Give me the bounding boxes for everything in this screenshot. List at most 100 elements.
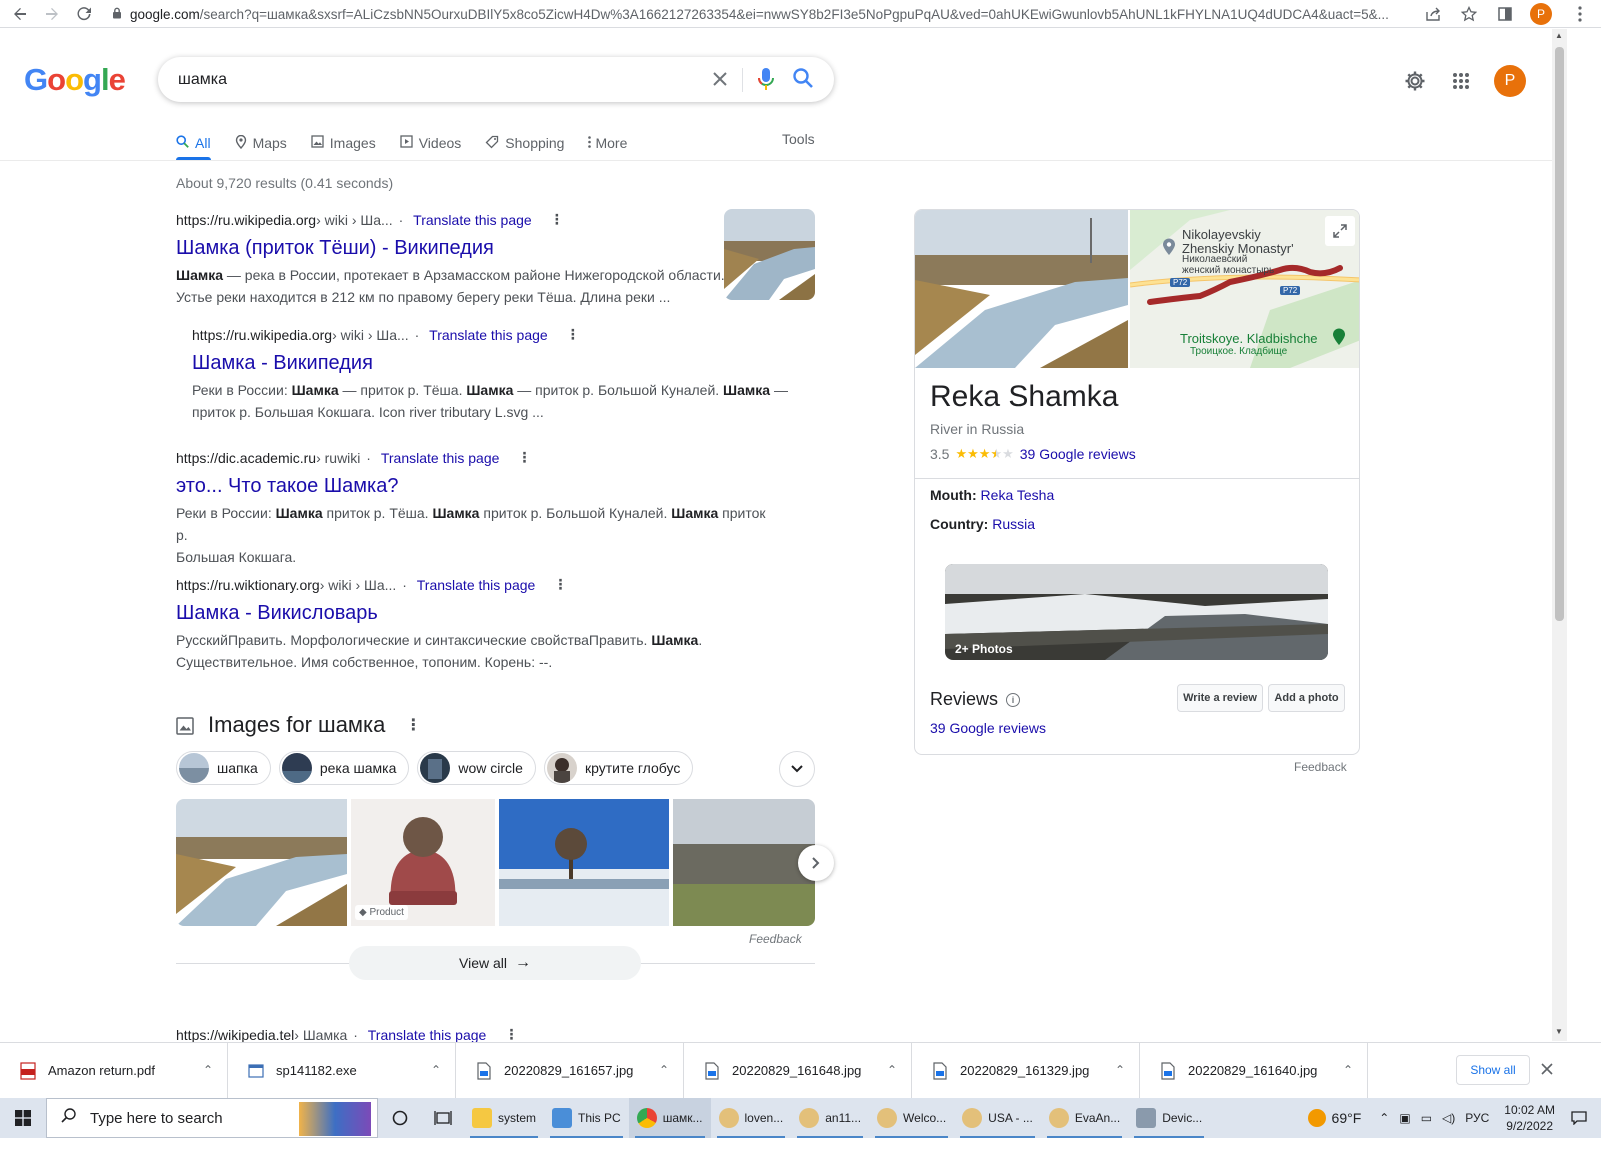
- result-menu-button[interactable]: ⋮: [504, 1026, 518, 1043]
- kp-map[interactable]: Nikolayevskiy Zhenskiy Monastyr' Николае…: [1130, 210, 1359, 368]
- scroll-up-arrow[interactable]: ▲: [1555, 31, 1563, 40]
- tab-maps[interactable]: Maps: [235, 128, 287, 158]
- kp-photos[interactable]: 2+ Photos: [945, 564, 1328, 660]
- add-photo-button[interactable]: Add a photo: [1268, 684, 1345, 712]
- volume-icon[interactable]: ◁): [1437, 1111, 1460, 1125]
- result-site[interactable]: https://wikipedia.tel: [176, 1027, 294, 1043]
- result-title[interactable]: Шамка - Викисловарь: [176, 600, 776, 626]
- expand-map-button[interactable]: [1325, 216, 1355, 246]
- tab-videos[interactable]: Videos: [400, 128, 461, 158]
- result-site[interactable]: https://ru.wikipedia.org: [176, 212, 316, 228]
- taskbar-app[interactable]: loven...: [711, 1098, 792, 1138]
- translate-link[interactable]: Translate this page: [381, 450, 500, 466]
- chevron-up-icon[interactable]: ⌃: [887, 1063, 897, 1077]
- page-scrollbar[interactable]: ▲ ▼: [1552, 29, 1567, 1041]
- taskbar-search[interactable]: Type here to search: [46, 1098, 378, 1138]
- write-review-button[interactable]: Write a review: [1177, 684, 1263, 712]
- taskbar-app-device-manager[interactable]: Devic...: [1128, 1098, 1210, 1138]
- close-downloads-button[interactable]: [1541, 1059, 1553, 1080]
- meet-now-icon[interactable]: ▣: [1394, 1111, 1415, 1125]
- show-all-downloads-button[interactable]: Show all: [1456, 1055, 1530, 1085]
- translate-link[interactable]: Translate this page: [368, 1027, 487, 1043]
- download-item[interactable]: sp141182.exe ⌃: [228, 1042, 456, 1099]
- side-panel-button[interactable]: [1487, 0, 1523, 28]
- translate-link[interactable]: Translate this page: [413, 212, 532, 228]
- translate-link[interactable]: Translate this page: [429, 327, 548, 343]
- task-view-button[interactable]: [378, 1098, 422, 1138]
- back-button[interactable]: [4, 0, 36, 28]
- search-button[interactable]: [792, 67, 816, 91]
- notifications-button[interactable]: [1565, 1111, 1601, 1125]
- result-menu-button[interactable]: ⋮: [553, 576, 567, 593]
- taskbar-app-this-pc[interactable]: This PC: [544, 1098, 629, 1138]
- tab-images[interactable]: Images: [311, 128, 376, 158]
- images-menu-button[interactable]: ⋮: [405, 715, 421, 735]
- reviews-link[interactable]: 39 Google reviews: [1020, 446, 1136, 462]
- clock[interactable]: 10:02 AM 9/2/2022: [1494, 1102, 1565, 1134]
- chevron-up-icon[interactable]: ⌃: [1343, 1063, 1353, 1077]
- chevron-up-icon[interactable]: ⌃: [203, 1063, 213, 1077]
- google-logo[interactable]: Google: [24, 62, 126, 98]
- reload-button[interactable]: [68, 0, 100, 28]
- images-section-title[interactable]: Images for шамка: [208, 712, 385, 738]
- result-thumbnail[interactable]: [724, 209, 815, 300]
- mouth-link[interactable]: Reka Tesha: [981, 487, 1055, 503]
- tray-overflow-button[interactable]: ⌃: [1374, 1111, 1394, 1125]
- result-site[interactable]: https://ru.wiktionary.org: [176, 577, 320, 593]
- expand-chips-button[interactable]: [779, 751, 815, 787]
- image-result[interactable]: [499, 799, 669, 926]
- taskbar-app-system[interactable]: system: [464, 1098, 544, 1138]
- image-result[interactable]: [673, 799, 815, 926]
- clear-search-button[interactable]: [712, 67, 728, 93]
- taskbar-app-chrome[interactable]: шамк...: [628, 1098, 711, 1138]
- task-switcher-button[interactable]: [422, 1098, 464, 1138]
- result-menu-button[interactable]: ⋮: [550, 211, 564, 228]
- download-item[interactable]: 20220829_161657.jpg ⌃: [456, 1042, 684, 1099]
- download-item[interactable]: 20220829_161648.jpg ⌃: [684, 1042, 912, 1099]
- language-indicator[interactable]: РУС: [1460, 1111, 1494, 1125]
- result-title[interactable]: это... Что такое Шамка?: [176, 473, 776, 499]
- chip-shapka[interactable]: шапка: [176, 751, 271, 785]
- download-item[interactable]: Amazon return.pdf ⌃: [0, 1042, 228, 1099]
- taskbar-app[interactable]: EvaAn...: [1041, 1098, 1128, 1138]
- share-button[interactable]: [1415, 0, 1451, 28]
- weather-widget[interactable]: 69°F: [1303, 1109, 1367, 1127]
- country-link[interactable]: Russia: [992, 516, 1035, 532]
- account-avatar[interactable]: P: [1494, 65, 1526, 97]
- result-title[interactable]: Шамка (приток Тёши) - Википедия: [176, 235, 776, 261]
- chip-wow-circle[interactable]: wow circle: [417, 751, 536, 785]
- image-result[interactable]: [176, 799, 347, 926]
- taskbar-app[interactable]: Welco...: [869, 1098, 954, 1138]
- tab-all[interactable]: All: [176, 128, 211, 160]
- result-menu-button[interactable]: ⋮: [517, 449, 531, 466]
- images-next-button[interactable]: [798, 845, 834, 881]
- search-input[interactable]: [178, 70, 698, 89]
- images-feedback-link[interactable]: Feedback: [749, 932, 802, 946]
- chip-krutite-globus[interactable]: крутите глобус: [543, 751, 694, 785]
- settings-button[interactable]: [1398, 64, 1432, 98]
- image-result[interactable]: ◆ Product: [351, 799, 495, 926]
- taskbar-app[interactable]: USA - ...: [954, 1098, 1041, 1138]
- tab-shopping[interactable]: Shopping: [485, 128, 564, 158]
- profile-button[interactable]: P: [1523, 0, 1559, 28]
- apps-button[interactable]: [1444, 64, 1478, 98]
- result-site[interactable]: https://dic.academic.ru: [176, 450, 316, 466]
- kp-feedback-link[interactable]: Feedback: [1294, 760, 1347, 774]
- browser-menu-button[interactable]: [1559, 0, 1601, 28]
- start-button[interactable]: [0, 1098, 46, 1138]
- voice-search-button[interactable]: [756, 66, 776, 92]
- forward-button[interactable]: [36, 0, 68, 28]
- bookmark-button[interactable]: [1451, 0, 1487, 28]
- scroll-down-arrow[interactable]: ▼: [1555, 1027, 1563, 1036]
- tab-more[interactable]: More: [588, 128, 627, 158]
- chevron-up-icon[interactable]: ⌃: [659, 1063, 669, 1077]
- chip-reka-shamka[interactable]: река шамка: [278, 751, 410, 785]
- chevron-up-icon[interactable]: ⌃: [1115, 1063, 1125, 1077]
- result-menu-button[interactable]: ⋮: [566, 326, 580, 343]
- scroll-thumb[interactable]: [1555, 47, 1564, 621]
- info-icon[interactable]: i: [1006, 692, 1021, 707]
- network-icon[interactable]: ▭: [1416, 1111, 1437, 1125]
- result-title[interactable]: Шамка - Википедия: [192, 350, 792, 376]
- reviews-link[interactable]: 39 Google reviews: [930, 720, 1046, 736]
- chevron-up-icon[interactable]: ⌃: [431, 1063, 441, 1077]
